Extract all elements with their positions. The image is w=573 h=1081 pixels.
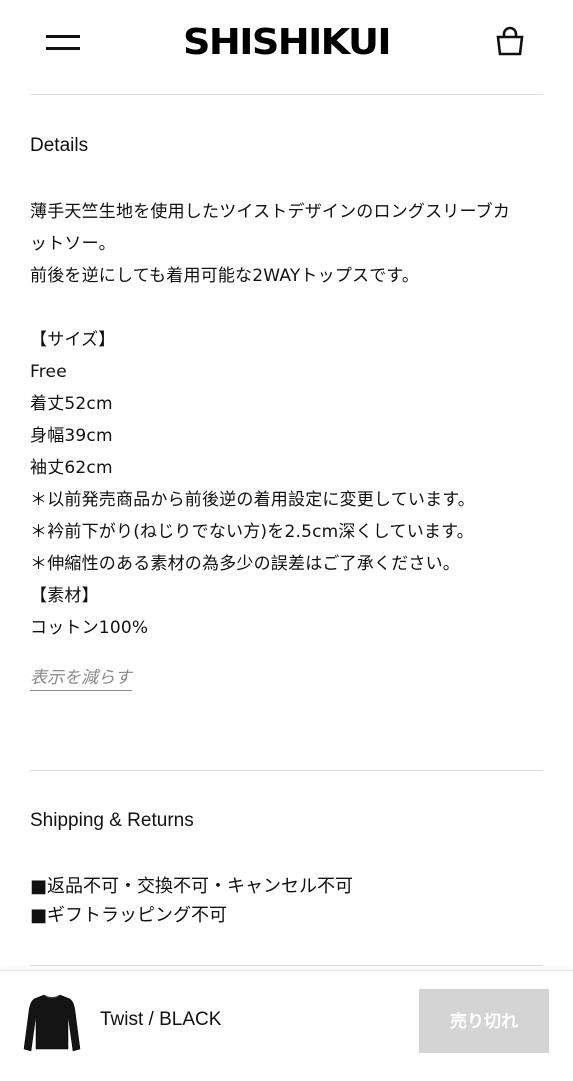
shipping-heading[interactable]: Shipping & Returns xyxy=(30,810,194,832)
product-thumbnail[interactable] xyxy=(22,991,82,1055)
details-line: 袖丈62cm xyxy=(30,458,113,478)
show-less-link[interactable]: 表示を減らす xyxy=(30,666,132,691)
header-divider xyxy=(30,94,543,95)
details-line: ＊以前発売商品から前後逆の着用設定に変更しています。 xyxy=(30,490,475,510)
shipping-line: ■返品不可・交換不可・キャンセル不可 xyxy=(30,876,354,897)
details-line: Free xyxy=(30,362,67,382)
sold-out-button[interactable]: 売り切れ xyxy=(419,989,549,1053)
details-line: 前後を逆にしても着用可能な2WAYトップスです。 xyxy=(30,266,420,286)
details-blank-line xyxy=(30,292,545,324)
black-long-sleeve-top-thumbnail xyxy=(23,994,81,1052)
details-description: 薄手天竺生地を使用したツイストデザインのロングスリーブカ ットソー。 前後を逆に… xyxy=(30,196,545,644)
site-logo[interactable]: SHISHIKUI xyxy=(0,22,573,64)
section-divider xyxy=(30,770,543,771)
product-variant-name: Twist / BLACK xyxy=(100,1009,222,1030)
sticky-product-bar: Twist / BLACK 売り切れ xyxy=(0,970,573,1081)
shipping-line: ■ギフトラッピング不可 xyxy=(30,905,228,926)
details-heading[interactable]: Details xyxy=(30,135,88,157)
details-line: 薄手天竺生地を使用したツイストデザインのロングスリーブカ xyxy=(30,202,511,222)
details-line: 着丈52cm xyxy=(30,394,113,414)
details-line: ＊伸縮性のある素材の為多少の誤差はご了承ください。 xyxy=(30,554,460,574)
details-line: ットソー。 xyxy=(30,234,116,254)
details-line: 身幅39cm xyxy=(30,426,113,446)
details-line: 【素材】 xyxy=(30,586,99,606)
site-header: SHISHIKUI xyxy=(0,0,573,95)
details-line: コットン100% xyxy=(30,618,149,638)
section-divider xyxy=(30,965,543,966)
shipping-info: ■返品不可・交換不可・キャンセル不可 ■ギフトラッピング不可 xyxy=(30,872,353,930)
details-line: ＊衿前下がり(ねじりでない方)を2.5cm深くしています。 xyxy=(30,522,474,542)
shopping-bag-icon[interactable] xyxy=(493,24,527,58)
shopping-bag-icon-svg xyxy=(496,26,524,56)
details-line: 【サイズ】 xyxy=(30,330,116,350)
